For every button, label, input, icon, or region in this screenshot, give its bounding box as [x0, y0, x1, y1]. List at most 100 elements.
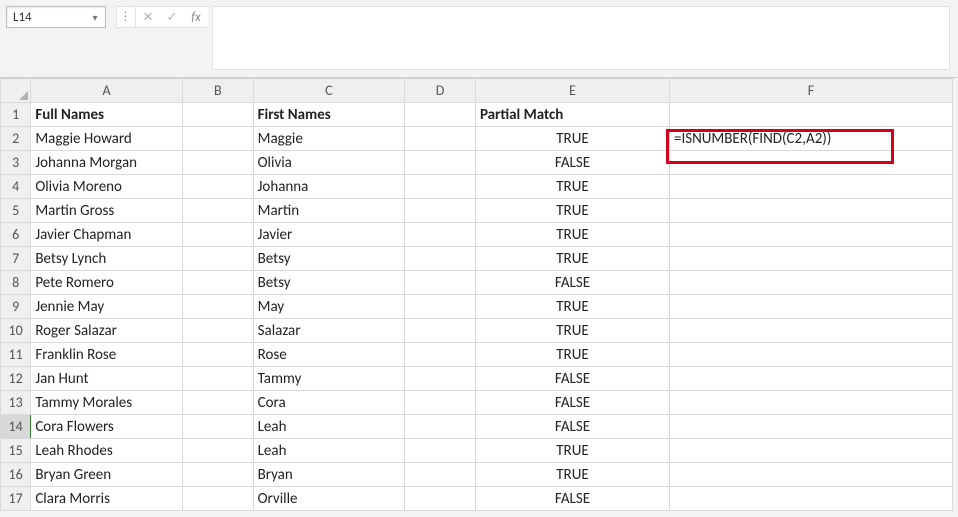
cell[interactable]: Tammy: [253, 367, 405, 391]
cell[interactable]: [405, 391, 476, 415]
cell[interactable]: May: [253, 295, 405, 319]
cell[interactable]: [182, 415, 253, 439]
cell[interactable]: [182, 175, 253, 199]
row-header[interactable]: 10: [1, 319, 31, 343]
cell[interactable]: [669, 271, 952, 295]
cell[interactable]: First Names: [253, 103, 405, 127]
cell[interactable]: [182, 103, 253, 127]
cell[interactable]: [405, 439, 476, 463]
row-header[interactable]: 16: [1, 463, 31, 487]
cell[interactable]: TRUE: [475, 199, 669, 223]
cell[interactable]: Johanna: [253, 175, 405, 199]
col-header-D[interactable]: D: [405, 79, 476, 103]
cell[interactable]: Olivia Moreno: [31, 175, 183, 199]
cell[interactable]: [182, 295, 253, 319]
row-header[interactable]: 8: [1, 271, 31, 295]
cell[interactable]: Javier Chapman: [31, 223, 183, 247]
cell[interactable]: Olivia: [253, 151, 405, 175]
cell[interactable]: Johanna Morgan: [31, 151, 183, 175]
cell[interactable]: [669, 391, 952, 415]
row-header[interactable]: 1: [1, 103, 31, 127]
cell[interactable]: [405, 367, 476, 391]
cell[interactable]: TRUE: [475, 319, 669, 343]
cell[interactable]: Bryan Green: [31, 463, 183, 487]
cell[interactable]: [182, 319, 253, 343]
col-header-E[interactable]: E: [475, 79, 669, 103]
cell[interactable]: FALSE: [475, 415, 669, 439]
row-header[interactable]: 4: [1, 175, 31, 199]
cell[interactable]: [182, 271, 253, 295]
col-header-C[interactable]: C: [253, 79, 405, 103]
cell[interactable]: FALSE: [475, 487, 669, 511]
cell[interactable]: Betsy: [253, 247, 405, 271]
cell[interactable]: [405, 271, 476, 295]
cell[interactable]: Partial Match: [475, 103, 669, 127]
cell[interactable]: [669, 487, 952, 511]
cell[interactable]: TRUE: [475, 343, 669, 367]
cell[interactable]: [405, 223, 476, 247]
col-header-F[interactable]: F: [669, 79, 952, 103]
row-header[interactable]: 7: [1, 247, 31, 271]
cell[interactable]: Leah: [253, 439, 405, 463]
cell[interactable]: FALSE: [475, 367, 669, 391]
cell[interactable]: [182, 487, 253, 511]
cell[interactable]: [669, 463, 952, 487]
row-header[interactable]: 11: [1, 343, 31, 367]
cell[interactable]: [669, 103, 952, 127]
cell[interactable]: [182, 367, 253, 391]
cell[interactable]: FALSE: [475, 271, 669, 295]
cell[interactable]: TRUE: [475, 247, 669, 271]
name-box[interactable]: L14 ▾: [6, 6, 106, 28]
formula-input[interactable]: [212, 6, 950, 70]
cell[interactable]: [405, 415, 476, 439]
row-header[interactable]: 17: [1, 487, 31, 511]
cell[interactable]: Bryan: [253, 463, 405, 487]
col-header-A[interactable]: A: [31, 79, 183, 103]
cell[interactable]: Roger Salazar: [31, 319, 183, 343]
cell[interactable]: [405, 487, 476, 511]
row-header[interactable]: 12: [1, 367, 31, 391]
cell[interactable]: [669, 367, 952, 391]
cell[interactable]: Maggie: [253, 127, 405, 151]
cell[interactable]: Rose: [253, 343, 405, 367]
cell[interactable]: TRUE: [475, 439, 669, 463]
col-header-B[interactable]: B: [182, 79, 253, 103]
cell[interactable]: [182, 247, 253, 271]
cell[interactable]: TRUE: [475, 463, 669, 487]
cancel-icon[interactable]: ✕: [136, 7, 160, 27]
row-header[interactable]: 14: [1, 415, 31, 439]
cell[interactable]: TRUE: [475, 175, 669, 199]
cell[interactable]: Orville: [253, 487, 405, 511]
cell[interactable]: Salazar: [253, 319, 405, 343]
cell[interactable]: [405, 343, 476, 367]
cell[interactable]: [669, 343, 952, 367]
row-header[interactable]: 9: [1, 295, 31, 319]
confirm-icon[interactable]: ✓: [160, 7, 184, 27]
cell[interactable]: [182, 439, 253, 463]
cell[interactable]: [669, 439, 952, 463]
cell[interactable]: [182, 343, 253, 367]
cell[interactable]: Betsy Lynch: [31, 247, 183, 271]
row-header[interactable]: 2: [1, 127, 31, 151]
cell[interactable]: [405, 463, 476, 487]
cell[interactable]: [405, 103, 476, 127]
fx-icon[interactable]: fx: [184, 7, 208, 27]
cell[interactable]: [182, 223, 253, 247]
cell[interactable]: [669, 319, 952, 343]
row-header[interactable]: 6: [1, 223, 31, 247]
cell[interactable]: Martin Gross: [31, 199, 183, 223]
cell[interactable]: Franklin Rose: [31, 343, 183, 367]
cell[interactable]: [669, 247, 952, 271]
cell[interactable]: [182, 151, 253, 175]
cell[interactable]: [182, 199, 253, 223]
cell[interactable]: [405, 175, 476, 199]
cell[interactable]: [669, 151, 952, 175]
row-header[interactable]: 15: [1, 439, 31, 463]
cell[interactable]: [182, 463, 253, 487]
cell[interactable]: Javier: [253, 223, 405, 247]
cell[interactable]: TRUE: [475, 295, 669, 319]
cell[interactable]: Pete Romero: [31, 271, 183, 295]
cell[interactable]: [182, 391, 253, 415]
select-all-corner[interactable]: [1, 79, 31, 103]
cell[interactable]: Betsy: [253, 271, 405, 295]
